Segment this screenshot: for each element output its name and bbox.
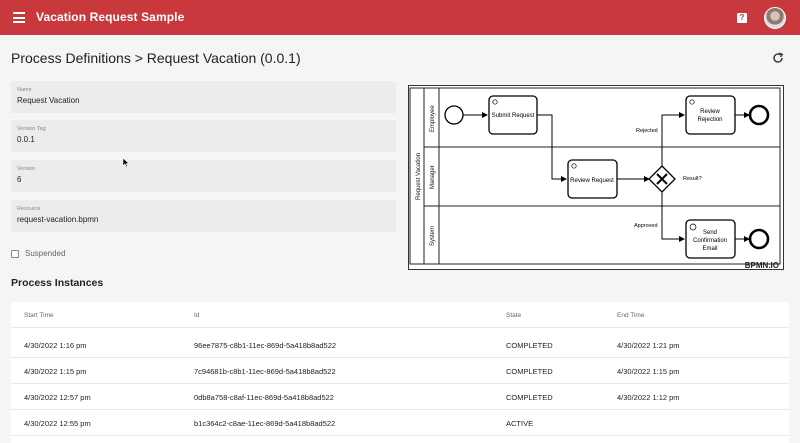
flow-approved-label: Approved: [634, 223, 658, 229]
column-end-time[interactable]: End Time: [617, 312, 644, 319]
name-value: Request Vacation: [17, 96, 80, 105]
table-header-row: Start Time Id State End Time: [11, 302, 789, 328]
version-field: Version 6: [11, 160, 396, 192]
cell-id: b1c364c2-c8ae-11ec-869d-5a418b8ad522: [194, 419, 336, 428]
app-bar: Vacation Request Sample ?: [0, 0, 800, 35]
version-tag-field: Version Tag 0.0.1: [11, 120, 396, 152]
cell-end: 4/30/2022 1:12 pm: [617, 393, 680, 402]
flow-rejected-label: Rejected: [636, 128, 658, 134]
process-instances-table: Start Time Id State End Time 4/30/2022 1…: [11, 302, 789, 443]
suspended-label: Suspended: [25, 249, 66, 258]
mouse-cursor-icon: [122, 157, 130, 168]
cell-start: 4/30/2022 1:16 pm: [24, 341, 87, 350]
avatar[interactable]: [764, 7, 786, 29]
cell-state: COMPLETED: [506, 393, 553, 402]
table-row[interactable]: 4/30/2022 12:55 pm b1c364c2-c8ae-11ec-86…: [11, 410, 789, 436]
help-icon[interactable]: ?: [737, 13, 747, 23]
bpmn-io-watermark[interactable]: BPMN.IO: [745, 261, 779, 270]
cell-end: 4/30/2022 1:21 pm: [617, 341, 680, 350]
cell-end: 4/30/2022 1:15 pm: [617, 367, 680, 376]
task-send-line3: Email: [702, 246, 717, 252]
suspended-checkbox[interactable]: [11, 249, 19, 258]
cell-state: COMPLETED: [506, 341, 553, 350]
cell-state: ACTIVE: [506, 419, 534, 428]
table-row[interactable]: 4/30/2022 12:57 pm 0db8a758-c8af-11ec-86…: [11, 384, 789, 410]
task-send-line1: Send: [703, 230, 717, 236]
cell-start: 4/30/2022 12:55 pm: [24, 419, 91, 428]
app-title: Vacation Request Sample: [36, 10, 185, 24]
version-tag-label: Version Tag: [17, 126, 46, 132]
resource-label: Resource: [17, 206, 41, 212]
task-send-line2: Confirmation: [693, 238, 727, 244]
table-row[interactable]: 4/30/2022 1:16 pm 96ee7875-c8b1-11ec-869…: [11, 332, 789, 358]
resource-value: request-vacation.bpmn: [17, 215, 99, 224]
task-review-request-label: Review Request: [570, 178, 614, 184]
cell-id: 0db8a758-c8af-11ec-869d-5a418b8ad522: [194, 393, 334, 402]
refresh-icon[interactable]: [772, 52, 784, 64]
version-value: 6: [17, 175, 22, 184]
lane-label-manager: Manager: [430, 165, 436, 189]
page-title: Process Definitions > Request Vacation (…: [11, 50, 301, 66]
task-review-rejection: [685, 95, 736, 135]
version-label: Version: [17, 166, 36, 172]
name-label: Name: [17, 87, 32, 93]
version-tag-value: 0.0.1: [17, 135, 35, 144]
task-review-rejection-line1: Review: [700, 109, 720, 115]
end-event: [748, 228, 770, 250]
lane-label-employee: Employee: [430, 105, 436, 132]
table-row[interactable]: 4/30/2022 1:15 pm 7c94681b-c8b1-11ec-869…: [11, 358, 789, 384]
end-event: [748, 104, 770, 126]
column-id[interactable]: Id: [194, 312, 199, 319]
cell-start: 4/30/2022 12:57 pm: [24, 393, 91, 402]
column-state[interactable]: State: [506, 312, 521, 319]
task-review-rejection-line2: Rejection: [697, 117, 722, 123]
cell-id: 96ee7875-c8b1-11ec-869d-5a418b8ad522: [194, 341, 337, 350]
cell-state: COMPLETED: [506, 367, 553, 376]
name-field: Name Request Vacation: [11, 81, 396, 113]
gateway-label: Result?: [683, 176, 702, 182]
pool-label: Request Vacation: [416, 153, 422, 200]
cell-start: 4/30/2022 1:15 pm: [24, 367, 87, 376]
cell-id: 7c94681b-c8b1-11ec-869d-5a418b8ad522: [194, 367, 336, 376]
lane-label-system: System: [430, 226, 436, 246]
menu-icon[interactable]: [13, 12, 25, 23]
bpmn-diagram: Request Vacation Employee Manager System…: [408, 85, 784, 270]
start-event: [444, 105, 464, 125]
suspended-toggle[interactable]: Suspended: [11, 249, 65, 258]
process-instances-title: Process Instances: [11, 277, 104, 289]
column-start-time[interactable]: Start Time: [24, 312, 54, 319]
task-submit-label: Submit Request: [492, 113, 535, 119]
resource-field: Resource request-vacation.bpmn: [11, 200, 396, 232]
